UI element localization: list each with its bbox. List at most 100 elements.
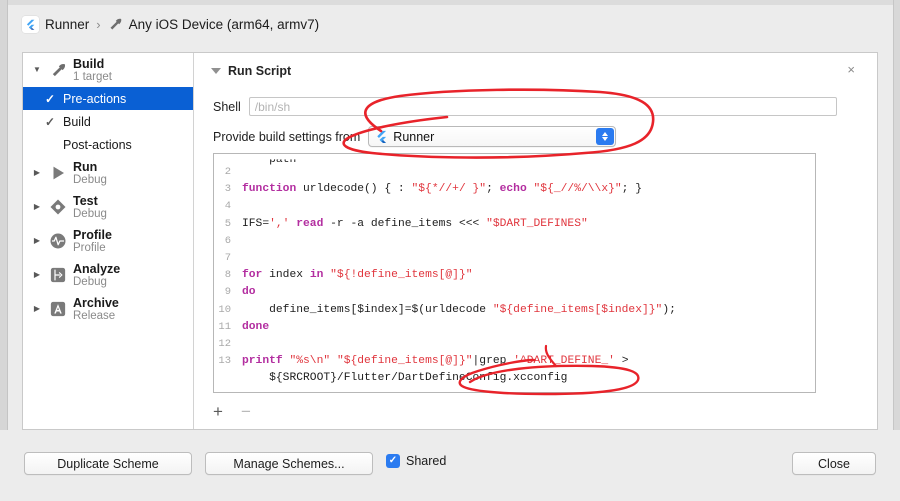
code-line-text[interactable] [240, 235, 815, 252]
code-line: 10 define_items[$index]=$(urldecode "${d… [214, 304, 815, 321]
sidebar-group-analyze[interactable]: ▶ Analyze Debug [23, 258, 193, 292]
test-diamond-icon [48, 198, 68, 216]
shared-checkbox[interactable]: ✓ [386, 454, 400, 468]
sidebar-group-archive[interactable]: ▶ Archive Release [23, 292, 193, 326]
checkmark-icon: ✓ [44, 114, 56, 129]
breadcrumb-destination[interactable]: Any iOS Device (arm64, armv7) [129, 17, 320, 32]
line-number: 6 [224, 234, 231, 247]
hammer-icon [108, 17, 123, 32]
sidebar-group-build-subtitle: 1 target [73, 70, 112, 83]
sidebar-group-build-title: Build [73, 56, 105, 71]
manage-schemes-button[interactable]: Manage Schemes... [205, 452, 373, 475]
disclosure-triangle-icon[interactable]: ▶ [31, 271, 43, 279]
line-number: 12 [218, 337, 231, 350]
shared-label: Shared [406, 454, 447, 468]
code-line-text[interactable] [240, 166, 815, 183]
disclosure-triangle-icon[interactable]: ▶ [31, 237, 43, 245]
remove-action-button[interactable]: − [241, 403, 251, 420]
code-line-text[interactable] [240, 252, 815, 269]
sidebar-item-pre-actions[interactable]: ✓ Pre-actions [23, 87, 193, 110]
sidebar-group-archive-subtitle: Release [73, 309, 116, 322]
close-button[interactable]: Close [792, 452, 876, 475]
line-number [214, 372, 240, 389]
shared-checkbox-group[interactable]: ✓ Shared [386, 454, 446, 468]
add-action-button[interactable]: + [213, 403, 223, 420]
run-script-title: Run Script [228, 64, 292, 78]
sidebar-group-run-subtitle: Debug [73, 173, 107, 186]
code-line: 12 [214, 338, 815, 355]
shell-input[interactable] [248, 97, 837, 116]
disclosure-triangle-icon[interactable]: ▼ [31, 66, 43, 74]
provide-build-settings-row: Provide build settings from Runner [213, 126, 873, 147]
code-line-text[interactable]: printf "%s\n" "${define_items[@]}"|grep … [240, 355, 815, 372]
sidebar-group-profile[interactable]: ▶ Profile Profile [23, 224, 193, 258]
sidebar-group-profile-subtitle: Profile [73, 241, 106, 254]
disclosure-triangle-icon[interactable]: ▶ [31, 305, 43, 313]
code-line: 11 done [214, 321, 815, 338]
sidebar-group-test-subtitle: Debug [73, 207, 107, 220]
sidebar-group-run[interactable]: ▶ Run Debug [23, 156, 193, 190]
add-remove-action-bar: + − [213, 403, 251, 420]
code-line-text[interactable]: do [240, 286, 815, 303]
up-down-stepper-icon[interactable] [596, 128, 615, 145]
analyze-icon [48, 266, 68, 284]
sidebar-group-build[interactable]: ▼ Build 1 target [23, 53, 193, 87]
scheme-actions-sidebar: ▼ Build 1 target ✓ Pre-actions ✓ Build P… [23, 53, 194, 429]
disclosure-triangle-icon[interactable] [211, 68, 221, 74]
code-line-text[interactable]: ${SRCROOT}/Flutter/DartDefineConfig.xcco… [240, 372, 815, 389]
checkmark-icon: ✓ [44, 91, 56, 106]
breadcrumb-scheme-name[interactable]: Runner [45, 17, 89, 32]
run-script-header[interactable]: Run Script [211, 64, 291, 78]
line-number: 4 [224, 200, 231, 213]
hammer-icon [48, 62, 68, 79]
code-line: 6 [214, 235, 815, 252]
run-script-detail-pane: Run Script × Shell Provide build setting… [195, 53, 877, 429]
code-scroll-area[interactable]: path 2 3 function urldecode() { : "${*//+/ … [214, 154, 815, 392]
disclosure-triangle-icon[interactable]: ▶ [31, 169, 43, 177]
line-number: 13 [218, 355, 231, 368]
code-line: 8 for index in "${!define_items[@]}" [214, 269, 815, 286]
line-number: 5 [224, 217, 231, 230]
archive-icon [48, 300, 68, 318]
close-icon[interactable]: × [847, 63, 855, 76]
code-line: 4 [214, 200, 815, 217]
line-number: 9 [224, 286, 231, 299]
disclosure-triangle-icon[interactable]: ▶ [31, 203, 43, 211]
provide-build-settings-select[interactable]: Runner [368, 126, 617, 147]
script-code-editor[interactable]: path 2 3 function urldecode() { : "${*//+/ … [213, 153, 816, 393]
code-line-text[interactable]: for index in "${!define_items[@]}" [240, 269, 815, 286]
sidebar-item-post-actions[interactable]: Post-actions [23, 133, 193, 156]
line-number: 10 [218, 303, 231, 316]
code-line-text[interactable] [240, 200, 815, 217]
shell-label: Shell [213, 99, 241, 114]
code-line-text[interactable]: function urldecode() { : "${*//+/ }"; ec… [240, 183, 815, 200]
footer-bar: Duplicate Scheme Manage Schemes... ✓ Sha… [0, 430, 900, 501]
flutter-logo-icon[interactable] [22, 16, 39, 33]
flutter-logo-icon [375, 130, 388, 143]
scheme-editor-panel: ▼ Build 1 target ✓ Pre-actions ✓ Build P… [22, 52, 878, 430]
sidebar-group-analyze-title: Analyze [73, 261, 121, 276]
sidebar-group-test[interactable]: ▶ Test Debug [23, 190, 193, 224]
code-line-text[interactable]: path [240, 159, 815, 166]
code-line-text[interactable]: define_items[$index]=$(urldecode "${defi… [240, 304, 815, 321]
code-line: ${SRCROOT}/Flutter/DartDefineConfig.xcco… [214, 372, 815, 389]
code-line: 9 do [214, 286, 815, 303]
sidebar-group-test-title: Test [73, 193, 98, 208]
provide-build-settings-label: Provide build settings from [213, 129, 361, 144]
scheme-editor-window: Runner › Any iOS Device (arm64, armv7) ▼… [0, 0, 900, 501]
sidebar-group-run-title: Run [73, 159, 98, 174]
code-line: path [214, 154, 815, 166]
code-line-text[interactable]: done [240, 321, 815, 338]
code-line: 7 [214, 252, 815, 269]
sidebar-group-archive-title: Archive [73, 295, 119, 310]
line-number: 11 [218, 320, 231, 333]
window-left-edge [0, 0, 8, 501]
code-line: 2 [214, 166, 815, 183]
code-line-text[interactable]: IFS=',' read -r -a define_items <<< "$DA… [240, 218, 815, 235]
duplicate-scheme-button[interactable]: Duplicate Scheme [24, 452, 192, 475]
line-number: 7 [224, 251, 231, 264]
code-line-text[interactable] [240, 338, 815, 355]
sidebar-group-analyze-subtitle: Debug [73, 275, 107, 288]
line-number: 2 [224, 166, 231, 178]
sidebar-item-build[interactable]: ✓ Build [23, 110, 193, 133]
